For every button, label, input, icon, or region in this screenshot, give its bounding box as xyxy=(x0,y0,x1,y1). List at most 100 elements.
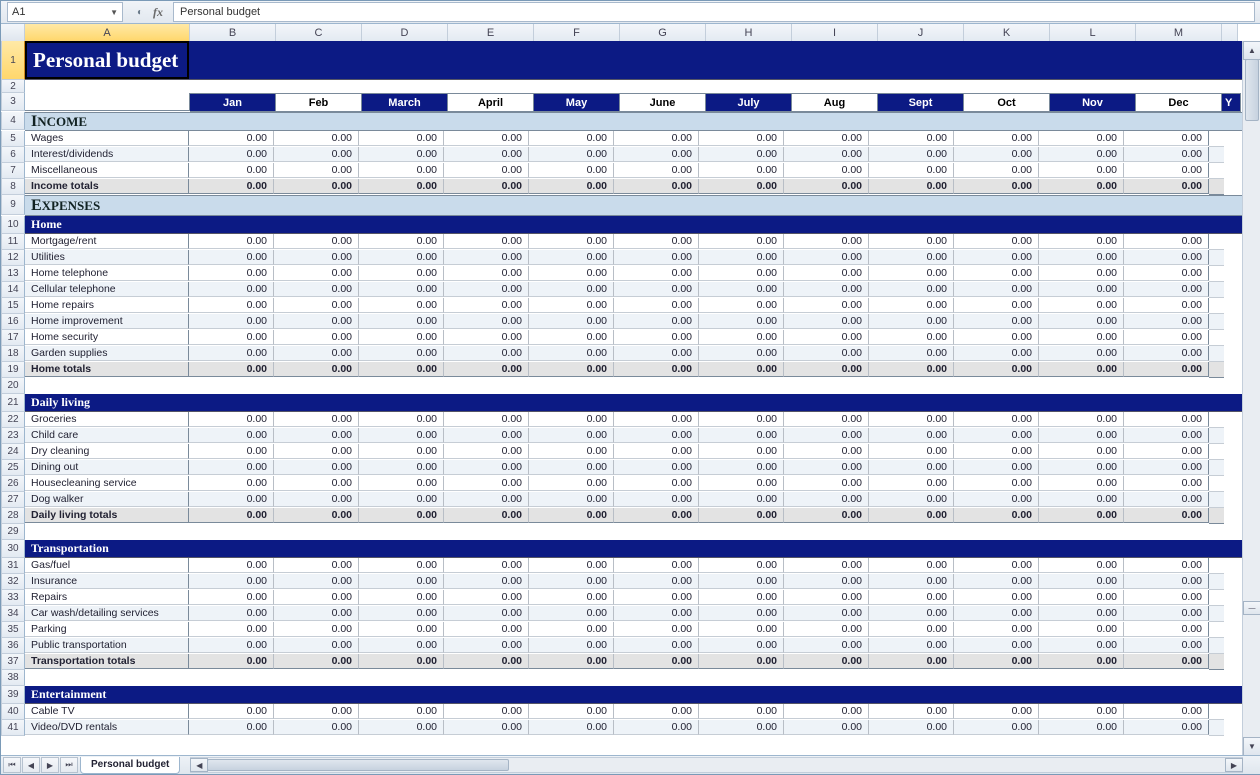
column-header-extra[interactable] xyxy=(1222,24,1238,42)
data-cell[interactable]: 0.00 xyxy=(1039,234,1124,249)
data-cell[interactable]: 0.00 xyxy=(614,606,699,621)
data-cell[interactable]: 0.00 xyxy=(189,147,274,162)
data-cell[interactable]: 0.00 xyxy=(954,282,1039,297)
data-cell[interactable]: 0.00 xyxy=(444,654,529,669)
vertical-scroll-thumb[interactable] xyxy=(1245,59,1259,121)
data-cell-extra[interactable] xyxy=(1209,492,1224,508)
data-cell[interactable]: 0.00 xyxy=(954,476,1039,491)
data-cell[interactable]: 0.00 xyxy=(189,250,274,265)
data-cell[interactable]: 0.00 xyxy=(274,131,359,146)
data-cell-extra[interactable] xyxy=(1209,460,1224,476)
data-cell[interactable]: 0.00 xyxy=(954,179,1039,194)
data-cell[interactable]: 0.00 xyxy=(444,330,529,345)
data-cell[interactable]: 0.00 xyxy=(869,476,954,491)
dropdown-icon[interactable]: ◐ xyxy=(133,5,147,19)
data-cell[interactable]: 0.00 xyxy=(189,720,274,735)
data-cell[interactable]: 0.00 xyxy=(274,346,359,361)
data-cell[interactable]: 0.00 xyxy=(784,606,869,621)
data-cell[interactable]: 0.00 xyxy=(784,638,869,653)
row-label[interactable]: Home totals xyxy=(25,362,189,377)
data-cell[interactable]: 0.00 xyxy=(359,163,444,178)
data-cell[interactable]: 0.00 xyxy=(699,412,784,427)
month-header-feb[interactable]: Feb xyxy=(276,93,362,112)
data-cell[interactable]: 0.00 xyxy=(274,654,359,669)
data-cell[interactable]: 0.00 xyxy=(529,590,614,605)
month-header-oct[interactable]: Oct xyxy=(964,93,1050,112)
data-cell[interactable]: 0.00 xyxy=(359,622,444,637)
data-cell[interactable]: 0.00 xyxy=(529,704,614,719)
data-cell[interactable]: 0.00 xyxy=(954,147,1039,162)
data-cell[interactable]: 0.00 xyxy=(1039,266,1124,281)
row-label[interactable]: Miscellaneous xyxy=(25,163,189,178)
data-cell[interactable]: 0.00 xyxy=(614,147,699,162)
data-cell[interactable]: 0.00 xyxy=(614,234,699,249)
data-cell[interactable]: 0.00 xyxy=(1124,606,1209,621)
data-cell[interactable]: 0.00 xyxy=(1039,558,1124,573)
data-cell[interactable]: 0.00 xyxy=(1124,704,1209,719)
data-cell[interactable]: 0.00 xyxy=(529,622,614,637)
data-cell[interactable]: 0.00 xyxy=(274,590,359,605)
data-cell[interactable]: 0.00 xyxy=(699,492,784,507)
data-cell[interactable]: 0.00 xyxy=(614,314,699,329)
column-header-h[interactable]: H xyxy=(706,24,792,42)
row-label[interactable]: Transportation totals xyxy=(25,654,189,669)
data-cell[interactable]: 0.00 xyxy=(274,638,359,653)
data-cell[interactable]: 0.00 xyxy=(529,412,614,427)
data-cell[interactable]: 0.00 xyxy=(954,704,1039,719)
data-cell[interactable]: 0.00 xyxy=(274,330,359,345)
data-cell[interactable]: 0.00 xyxy=(359,234,444,249)
data-cell[interactable]: 0.00 xyxy=(1124,131,1209,146)
column-header-m[interactable]: M xyxy=(1136,24,1222,42)
data-cell[interactable]: 0.00 xyxy=(1124,638,1209,653)
data-cell[interactable]: 0.00 xyxy=(529,492,614,507)
data-cell[interactable]: 0.00 xyxy=(869,508,954,523)
scroll-left-icon[interactable]: ◀ xyxy=(190,758,208,772)
data-cell[interactable]: 0.00 xyxy=(1124,412,1209,427)
row-label[interactable]: Home improvement xyxy=(25,314,189,329)
row-label[interactable]: Car wash/detailing services xyxy=(25,606,189,621)
data-cell[interactable]: 0.00 xyxy=(274,163,359,178)
data-cell[interactable]: 0.00 xyxy=(189,330,274,345)
data-cell[interactable]: 0.00 xyxy=(869,574,954,589)
data-cell[interactable]: 0.00 xyxy=(444,266,529,281)
data-cell[interactable]: 0.00 xyxy=(274,234,359,249)
data-cell[interactable]: 0.00 xyxy=(1124,460,1209,475)
data-cell[interactable]: 0.00 xyxy=(529,606,614,621)
data-cell-extra[interactable] xyxy=(1209,508,1224,524)
row-header-29[interactable]: 29 xyxy=(1,524,25,540)
data-cell[interactable]: 0.00 xyxy=(614,163,699,178)
data-cell[interactable]: 0.00 xyxy=(699,428,784,443)
scroll-down-icon[interactable]: ▼ xyxy=(1243,737,1260,756)
data-cell[interactable]: 0.00 xyxy=(699,704,784,719)
row-label[interactable]: Mortgage/rent xyxy=(25,234,189,249)
data-cell[interactable]: 0.00 xyxy=(444,590,529,605)
data-cell[interactable]: 0.00 xyxy=(189,314,274,329)
column-header-f[interactable]: F xyxy=(534,24,620,42)
chevron-down-icon[interactable]: ▼ xyxy=(110,8,118,17)
data-cell[interactable]: 0.00 xyxy=(699,460,784,475)
data-cell[interactable]: 0.00 xyxy=(529,362,614,377)
data-cell[interactable]: 0.00 xyxy=(1124,720,1209,735)
data-cell[interactable]: 0.00 xyxy=(954,266,1039,281)
row-label[interactable]: Groceries xyxy=(25,412,189,427)
data-cell[interactable]: 0.00 xyxy=(274,622,359,637)
data-cell[interactable]: 0.00 xyxy=(869,131,954,146)
data-cell[interactable]: 0.00 xyxy=(359,298,444,313)
data-cell[interactable]: 0.00 xyxy=(359,720,444,735)
name-box[interactable]: A1 ▼ xyxy=(7,2,123,22)
data-cell[interactable]: 0.00 xyxy=(359,282,444,297)
data-cell[interactable]: 0.00 xyxy=(189,606,274,621)
data-cell[interactable]: 0.00 xyxy=(189,234,274,249)
data-cell-extra[interactable] xyxy=(1209,428,1224,444)
row-header-22[interactable]: 22 xyxy=(1,412,25,428)
data-cell-extra[interactable] xyxy=(1209,298,1224,314)
data-cell[interactable]: 0.00 xyxy=(784,492,869,507)
data-cell[interactable]: 0.00 xyxy=(869,147,954,162)
data-cell[interactable]: 0.00 xyxy=(444,362,529,377)
data-cell[interactable]: 0.00 xyxy=(444,720,529,735)
data-cell[interactable]: 0.00 xyxy=(274,720,359,735)
row-label[interactable]: Repairs xyxy=(25,590,189,605)
data-cell-extra[interactable] xyxy=(1209,412,1224,428)
data-cell[interactable]: 0.00 xyxy=(189,428,274,443)
data-cell[interactable]: 0.00 xyxy=(274,362,359,377)
